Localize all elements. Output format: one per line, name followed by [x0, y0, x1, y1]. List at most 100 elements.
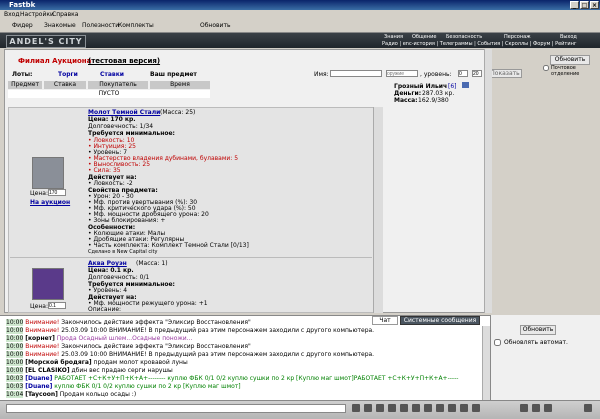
- settings-icon[interactable]: [460, 404, 468, 412]
- main-scrollbar[interactable]: [484, 49, 492, 313]
- people-icon[interactable]: [412, 404, 420, 412]
- chat-line: 10:00 Внимание! Закончилось действие эфф…: [6, 319, 251, 326]
- item1-price: Цена: 170 кр.: [88, 116, 136, 123]
- name-label: Имя:: [314, 71, 329, 78]
- tab-bids-trade[interactable]: Торги: [58, 71, 78, 78]
- item1-req-title: Требуется минимальное:: [88, 130, 175, 137]
- bag-icon[interactable]: [448, 404, 456, 412]
- item-list-scrollbar[interactable]: [373, 107, 383, 313]
- menu-help[interactable]: Справка: [52, 11, 78, 18]
- item1-feat: • Часть комплекта: Комплект Темной Стали…: [88, 242, 249, 249]
- maximize-button[interactable]: □: [580, 1, 589, 9]
- toolbar: Фидер Знакомые Полезности Комплекты Обно…: [0, 19, 600, 33]
- col-item: Предмет: [8, 81, 42, 89]
- menu-settings[interactable]: Настройки: [20, 11, 54, 18]
- mass-value: 162.9/380: [418, 97, 449, 104]
- toolbar-utilities[interactable]: Полезности: [82, 22, 119, 29]
- item1-name[interactable]: Молот Темной Стали: [88, 109, 160, 116]
- close-button[interactable]: ×: [590, 1, 599, 9]
- title-bar: Fastbk _ □ ×: [0, 0, 600, 10]
- tab-your-item[interactable]: Ваш предмет: [150, 71, 197, 78]
- mail-checkbox[interactable]: [543, 65, 549, 71]
- sound-icon[interactable]: [400, 404, 408, 412]
- toolbar-friends[interactable]: Знакомые: [44, 22, 76, 29]
- chat-line: 10:00 [корнет] Прода Осадный шлем...Осад…: [6, 335, 193, 342]
- chat-line: 10:04 [Taycoon] Продам кольцо осады :): [6, 391, 137, 398]
- money-label: Деньги:: [394, 90, 422, 97]
- item2-durability: Долговечность: 0/1: [88, 274, 150, 281]
- col-bid: Ставка: [44, 81, 86, 89]
- menu-login[interactable]: Вход: [4, 11, 20, 18]
- level-from-input[interactable]: [458, 70, 468, 77]
- mass-label: Масса:: [394, 97, 418, 104]
- item2-price-input[interactable]: [48, 302, 66, 309]
- nav-chat[interactable]: Общение: [412, 34, 436, 40]
- fight-icon[interactable]: [424, 404, 432, 412]
- clan-icon[interactable]: [544, 404, 552, 412]
- filter-icon[interactable]: [364, 404, 372, 412]
- smile-icon[interactable]: [352, 404, 360, 412]
- chat-line: 10:00 [EL CLASIKO] дбин вес прадаю серги…: [6, 367, 173, 374]
- money-value: 287.03 кр.: [422, 90, 455, 97]
- item2-req: • Уровень: 4: [88, 287, 128, 294]
- version-label: (тестовая версия): [88, 57, 161, 65]
- mail-label: Почтовое отделение: [551, 65, 580, 77]
- clear-icon[interactable]: [376, 404, 384, 412]
- item1-durability: Долговечность: 1/34: [88, 123, 154, 130]
- auto-refresh-label: Обновлять автомат.: [504, 339, 568, 346]
- help-icon[interactable]: [472, 404, 480, 412]
- quest-icon[interactable]: [520, 404, 528, 412]
- chat-line: 10:03 [Duane] РАБОТАЕТ +С+К+У+П+К+А+----…: [6, 375, 459, 382]
- menu-bar: Вход Настройки Справка: [0, 10, 600, 19]
- item2-price-label: Цена:: [30, 303, 48, 310]
- page-title: Филиал Аукциона: [18, 57, 92, 65]
- tab-chat[interactable]: Чат: [372, 316, 398, 325]
- window-title: Fastbk: [9, 1, 36, 9]
- pencil-icon[interactable]: [388, 404, 396, 412]
- hammer-icon: [32, 157, 64, 189]
- tab-system[interactable]: Системные сообщения: [400, 316, 480, 325]
- nav-character[interactable]: Персонаж: [504, 34, 531, 40]
- item2-mass: (Масса: 1): [136, 260, 168, 267]
- minimize-button[interactable]: _: [570, 1, 579, 9]
- item2-price: Цена: 0.1 кр.: [88, 267, 134, 274]
- lots-label: Лоты:: [12, 71, 33, 78]
- item1-price-input[interactable]: [48, 189, 66, 196]
- tab-bids[interactable]: Ставки: [100, 71, 124, 78]
- empty-row: ПУСТО: [8, 90, 210, 98]
- map-icon[interactable]: [436, 404, 444, 412]
- auto-refresh-checkbox[interactable]: [494, 339, 501, 346]
- col-buyer: Покупатель: [88, 81, 148, 89]
- name-input[interactable]: [330, 70, 382, 77]
- item1-mass: (Масса: 25): [160, 109, 196, 116]
- chat-line: 10:03 [Duane] куплю ФБК 0/1 0/2 куплю су…: [6, 383, 241, 390]
- exit-icon[interactable]: [584, 404, 592, 412]
- chat-line: 10:00 Внимание! 25.03.09 10:00 ВНИМАНИЕ!…: [6, 351, 375, 358]
- ring-icon: [32, 268, 64, 300]
- item1-auction-link[interactable]: На аукцион: [30, 199, 70, 206]
- chat-line: 10:00 Внимание! 25.03.09 10:00 ВНИМАНИЕ!…: [6, 327, 375, 334]
- type-select[interactable]: [386, 70, 418, 77]
- nav-exit[interactable]: Выход: [560, 34, 577, 40]
- show-button[interactable]: Показать: [488, 69, 522, 78]
- refresh-auction-button[interactable]: Обновить: [550, 55, 590, 65]
- chat-line: 10:00 [Морской бродяга] продам молот кро…: [6, 359, 188, 366]
- item1-prop: • Зоны блокирования: +: [88, 217, 166, 224]
- item2-desc: Описание:: [88, 306, 122, 313]
- player-name: Грозный Ильич: [394, 83, 448, 90]
- chat-scrollbar[interactable]: [482, 326, 490, 400]
- toolbar-refresh[interactable]: Обновить: [200, 22, 230, 29]
- level-label: , уровень:: [420, 71, 452, 78]
- nav-knowledge[interactable]: Знания: [384, 34, 403, 40]
- level-to-input[interactable]: [472, 70, 482, 77]
- toolbar-feeder[interactable]: Фидер: [12, 22, 33, 29]
- nav-secondary[interactable]: Радио | enc-история | Телеграммы | Событ…: [382, 41, 577, 47]
- chat-input[interactable]: [6, 404, 346, 413]
- toolbar-sets[interactable]: Комплекты: [118, 22, 154, 29]
- info-icon[interactable]: [462, 82, 469, 88]
- nav-security[interactable]: Безопасность: [446, 34, 482, 40]
- mail-icon[interactable]: [532, 404, 540, 412]
- item2-name[interactable]: Аква Роуэн: [88, 260, 127, 267]
- item1-price-label: Цена:: [30, 190, 48, 197]
- chat-refresh-button[interactable]: Обновить: [520, 325, 556, 335]
